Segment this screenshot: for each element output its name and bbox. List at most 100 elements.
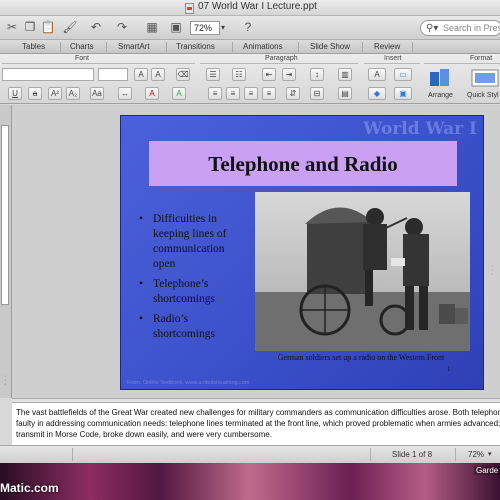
paragraph-group-title: Paragraph [265, 55, 298, 62]
change-case-icon[interactable]: Aa [90, 87, 104, 100]
redo-icon[interactable]: ↷ [114, 20, 130, 35]
highlight-color-icon[interactable]: A [172, 87, 186, 100]
paste-icon[interactable]: 📋 [40, 20, 56, 35]
undo-icon[interactable]: ↶ [88, 20, 104, 35]
quick-styles-icon[interactable] [470, 66, 500, 90]
tab-separator [412, 42, 413, 52]
align-text-icon[interactable]: ⊟ [310, 87, 324, 100]
group-divider [364, 63, 420, 64]
title-bar: 07 World War I Lecture.ppt [0, 0, 500, 16]
slide-indicator: Slide 1 of 8 [392, 450, 433, 459]
font-group-title: Font [75, 55, 90, 62]
recording-watermark: Matic.com [0, 481, 59, 495]
tab-tables[interactable]: Tables [22, 41, 45, 53]
increase-indent-icon[interactable]: ⇥ [282, 68, 296, 81]
convert-to-smartart-icon[interactable]: ▤ [338, 87, 352, 100]
view-buttons[interactable] [13, 448, 73, 461]
subscript-icon[interactable]: A₂ [66, 87, 80, 100]
zoom-input[interactable]: 72% [190, 21, 220, 35]
format-painter-icon[interactable]: 🖌 [62, 20, 78, 35]
tab-review[interactable]: Review [374, 41, 400, 53]
dock-label[interactable]: Garde [474, 466, 500, 475]
photo-caption: German soldiers set up a radio on the We… [277, 353, 445, 362]
notes-pane[interactable]: The vast battlefields of the Great War c… [12, 403, 500, 445]
ribbon-tab-bar: Tables Charts SmartArt Transitions Anima… [0, 40, 500, 54]
slide-thumbnail-pane[interactable]: · · · [0, 105, 12, 398]
tab-animations[interactable]: Animations [243, 41, 283, 53]
tab-slide-show[interactable]: Slide Show [310, 41, 350, 53]
insert-group-title: Insert [384, 55, 402, 62]
increase-font-size-icon[interactable]: A [134, 68, 148, 81]
help-icon[interactable]: ? [240, 20, 256, 35]
search-placeholder: Search in Pres [443, 23, 500, 33]
powerpoint-document-icon [185, 3, 194, 14]
align-left-icon[interactable]: ≡ [208, 87, 222, 100]
superscript-icon[interactable]: A² [48, 87, 62, 100]
tab-smartart[interactable]: SmartArt [118, 41, 150, 53]
slide-thumbnail[interactable] [1, 125, 9, 305]
numbering-icon[interactable]: ☷ [232, 68, 246, 81]
slide-canvas[interactable]: World War I Telephone and Radio Difficul… [120, 115, 484, 390]
font-color-icon[interactable]: A [145, 87, 159, 100]
strikethrough-icon[interactable]: a [28, 87, 42, 100]
soldiers-radio-photo[interactable] [255, 192, 470, 351]
cut-icon[interactable]: ✂ [4, 20, 20, 35]
decrease-font-size-icon[interactable]: A [151, 68, 165, 81]
font-name-select[interactable] [2, 68, 94, 81]
media-browser-icon[interactable]: ▦ [144, 20, 160, 35]
text-direction-icon[interactable]: ⇵ [286, 87, 300, 100]
ribbon-panel: Font Paragraph Insert Format A A ⌫ U a A… [0, 54, 500, 104]
justify-icon[interactable]: ≡ [262, 87, 276, 100]
toolbox-icon[interactable]: ▣ [168, 20, 184, 35]
search-icon: ⚲▾ [426, 23, 439, 34]
tab-separator [232, 42, 233, 52]
tab-separator [362, 42, 363, 52]
picture-icon[interactable]: ◆ [368, 87, 386, 100]
text-box-icon[interactable]: A [368, 68, 386, 81]
slide-number: 1 [447, 365, 451, 373]
group-divider [424, 63, 500, 64]
bullet-item: Telephone’s shortcomings [139, 277, 249, 307]
slide-footer-text: From: Online Textbook, www.unitedstreami… [127, 380, 250, 386]
decrease-indent-icon[interactable]: ⇤ [262, 68, 276, 81]
bullet-item: Radio’s shortcomings [139, 312, 249, 342]
shape-icon[interactable]: ▭ [394, 68, 412, 81]
align-center-icon[interactable]: ≡ [226, 87, 240, 100]
copy-icon[interactable]: ❐ [22, 20, 38, 35]
desktop-background [0, 463, 500, 500]
bullets-icon[interactable]: ☰ [206, 68, 220, 81]
slide-watermark: World War I [363, 119, 477, 139]
slide-title-box[interactable]: Telephone and Radio [149, 141, 457, 186]
underline-icon[interactable]: U [8, 87, 22, 100]
font-size-select[interactable] [98, 68, 128, 81]
line-spacing-icon[interactable]: ↕ [310, 68, 324, 81]
resize-grip-icon[interactable]: · · · [491, 263, 493, 278]
window-title: 07 World War I Lecture.ppt [198, 1, 317, 12]
standard-toolbar: ✂ ❐ 📋 🖌 ↶ ↷ ▦ ▣ 72% ▾ ? ⚲▾ Search in Pre… [0, 16, 500, 40]
character-spacing-icon[interactable]: ↔ [118, 87, 132, 100]
status-zoom[interactable]: 72% [468, 450, 484, 459]
zoom-dropdown-icon[interactable]: ▾ [221, 21, 231, 35]
tab-separator [60, 42, 61, 52]
status-separator [455, 448, 456, 461]
arrange-icon[interactable] [428, 66, 452, 90]
zoom-dropdown-icon[interactable]: ▾ [488, 450, 492, 458]
tab-separator [298, 42, 299, 52]
slide-title: Telephone and Radio [208, 152, 398, 176]
arrange-label[interactable]: Arrange [428, 92, 453, 99]
tab-separator [166, 42, 167, 52]
symbol-icon[interactable]: ▣ [394, 87, 412, 100]
clear-formatting-icon[interactable]: ⌫ [176, 68, 190, 81]
tab-charts[interactable]: Charts [70, 41, 94, 53]
tab-transitions[interactable]: Transitions [176, 41, 215, 53]
bullet-list[interactable]: Difficulties in keeping lines of communi… [139, 212, 249, 347]
resize-grip-icon[interactable]: · · · [4, 373, 6, 388]
group-divider [2, 63, 195, 64]
tab-separator [106, 42, 107, 52]
notes-text[interactable]: The vast battlefields of the Great War c… [16, 407, 500, 440]
search-input[interactable]: ⚲▾ Search in Pres [420, 20, 500, 36]
columns-icon[interactable]: ▥ [338, 68, 352, 81]
bullet-item: Difficulties in keeping lines of communi… [139, 212, 249, 272]
quick-styles-label[interactable]: Quick Styl [467, 92, 499, 99]
align-right-icon[interactable]: ≡ [244, 87, 258, 100]
